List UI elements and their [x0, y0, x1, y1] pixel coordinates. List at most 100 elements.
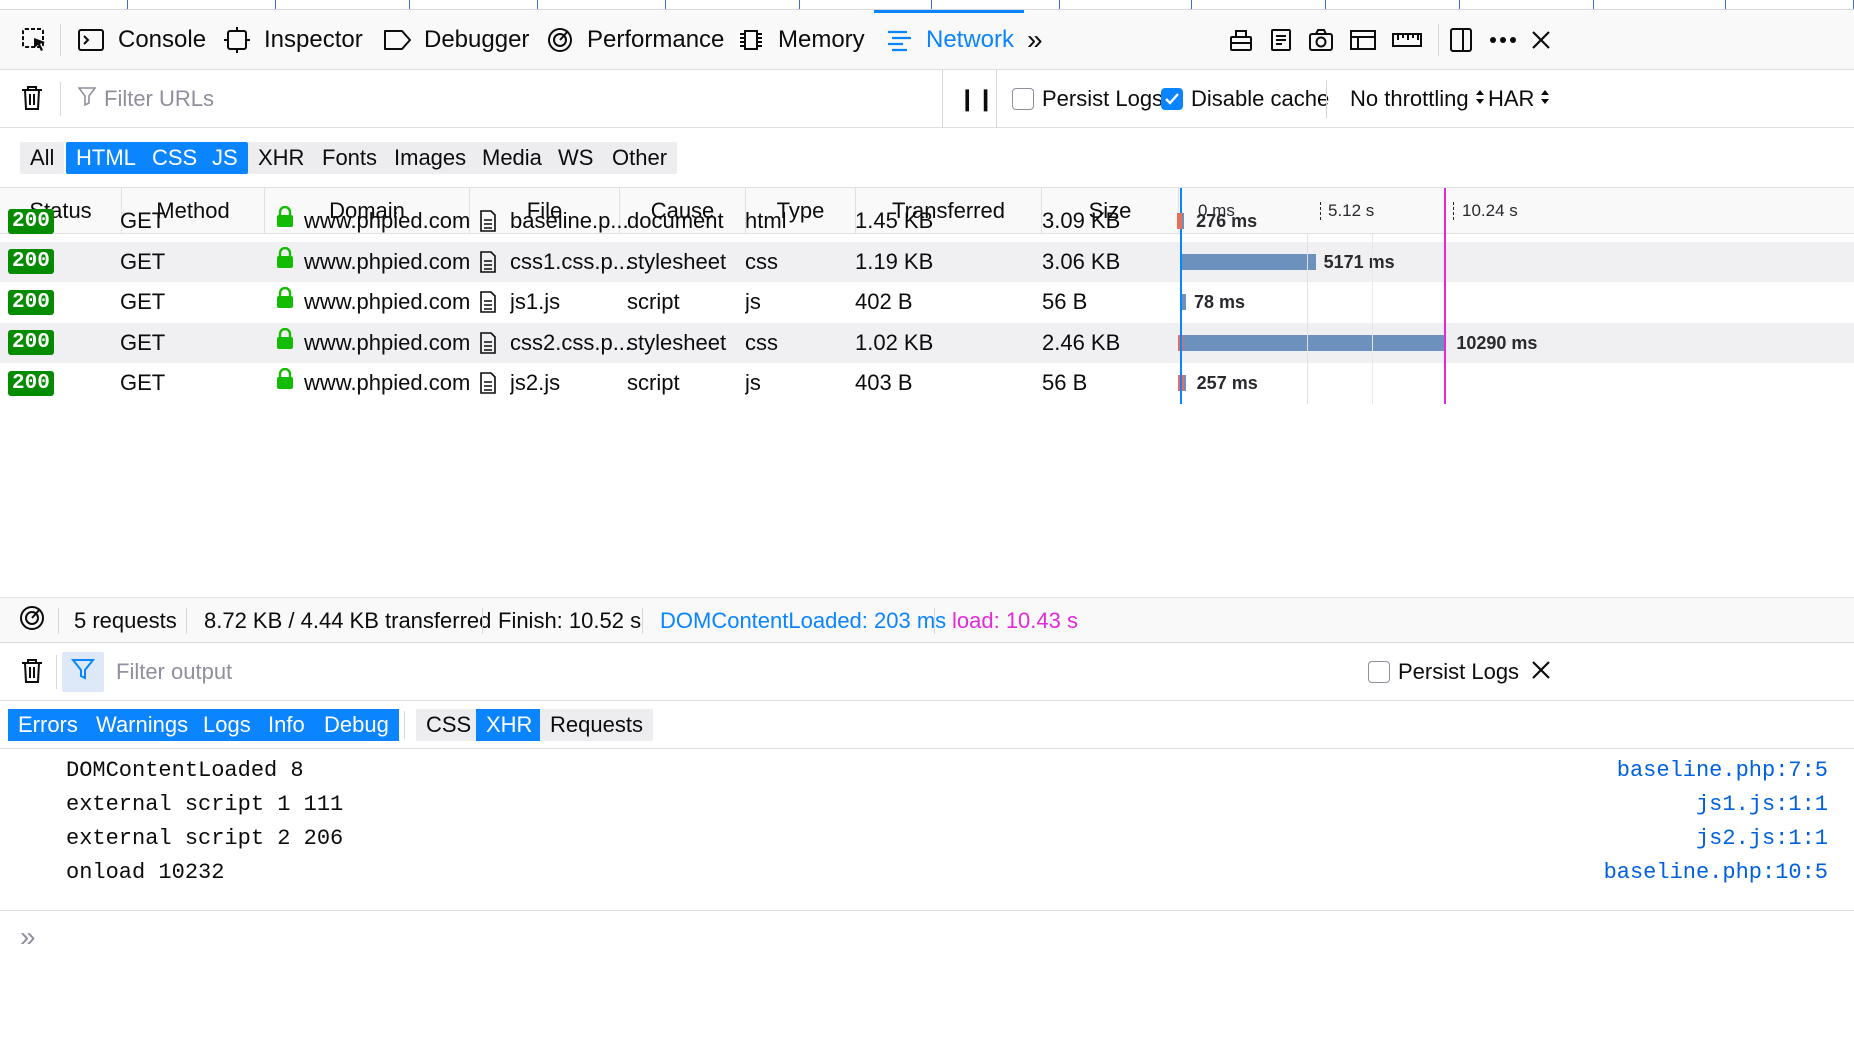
- rulers-icon[interactable]: [1390, 25, 1424, 55]
- type-filter-media[interactable]: Media: [472, 142, 552, 174]
- disable-cache-checkbox[interactable]: Disable cache: [1161, 70, 1329, 128]
- network-summary-bar: 5 requests 8.72 KB / 4.44 KB transferred…: [0, 597, 1854, 643]
- filter-output-input[interactable]: Filter output: [116, 643, 1316, 701]
- console-filter-debug[interactable]: Debug: [314, 709, 399, 741]
- tab-inspector[interactable]: Inspector: [222, 10, 363, 70]
- request-method: GET: [120, 208, 166, 233]
- request-cause: stylesheet: [627, 329, 727, 355]
- close-icon[interactable]: [1526, 25, 1556, 55]
- console-message: onload 10232 baseline.php:10:5: [0, 852, 1854, 892]
- throttling-select[interactable]: No throttling: [1350, 70, 1485, 128]
- clear-console-button[interactable]: [20, 657, 44, 691]
- file-icon: [479, 323, 497, 363]
- tab-debugger[interactable]: Debugger: [382, 10, 529, 70]
- chevron-double-right-icon: »: [1027, 24, 1043, 55]
- persist-logs-checkbox[interactable]: Persist Logs: [1012, 70, 1163, 128]
- har-menu-button[interactable]: HAR: [1488, 70, 1550, 128]
- throttling-value: No throttling: [1350, 86, 1469, 111]
- har-label: HAR: [1488, 86, 1535, 111]
- pause-button[interactable]: ❙❙: [958, 84, 995, 114]
- clear-requests-button[interactable]: [20, 84, 44, 118]
- tab-label: Network: [926, 26, 1015, 53]
- toggle-filter-bar-button[interactable]: [62, 652, 104, 692]
- type-filter-xhr[interactable]: XHR: [248, 142, 315, 174]
- summary-domcontentloaded: DOMContentLoaded: 203 ms: [660, 608, 947, 633]
- dom-content-loaded-line: [1180, 234, 1182, 404]
- prompt-chevron-icon: »: [20, 921, 36, 952]
- type-filter-ws[interactable]: WS: [548, 142, 604, 174]
- status-cell: 200: [8, 363, 54, 403]
- type-filter-all[interactable]: All: [20, 142, 65, 174]
- type-filter-js[interactable]: JS: [202, 142, 248, 174]
- console-filter-requests[interactable]: Requests: [540, 709, 653, 741]
- console-filter-errors[interactable]: Errors: [8, 709, 88, 741]
- summary-request-count: 5 requests: [74, 608, 177, 633]
- request-type-filters: All HTML CSS JS XHR Fonts Images Media WS Other: [0, 128, 1854, 188]
- console-message-location[interactable]: baseline.php:7:5: [1617, 758, 1828, 783]
- status-badge: 200: [8, 289, 54, 315]
- tab-memory[interactable]: Memory: [736, 10, 865, 70]
- request-method: GET: [120, 370, 166, 395]
- tab-label: Debugger: [424, 26, 530, 53]
- request-domain: www.phpied.com: [304, 370, 471, 395]
- waterfall-receiving-bar: [1183, 334, 1445, 351]
- close-console-split-button[interactable]: [1530, 659, 1552, 687]
- table-row[interactable]: 200 GET www.phpied.com baseline.p... documen…: [0, 201, 1854, 241]
- tab-label: Console: [118, 26, 207, 53]
- performance-icon: [545, 25, 575, 55]
- tab-performance[interactable]: Performance: [545, 10, 724, 70]
- table-row[interactable]: 200 GET www.phpied.com js2.js script js 403 B 5…: [0, 363, 1854, 403]
- table-row[interactable]: 200 GET www.phpied.com css1.css.p... stylesh…: [0, 241, 1854, 282]
- load-line: [1444, 234, 1446, 404]
- waterfall-receiving-bar: [1182, 213, 1185, 229]
- element-picker-icon[interactable]: [20, 25, 50, 55]
- updown-arrows-icon: [1540, 87, 1550, 111]
- summary-finish: Finish: 10.52 s: [498, 608, 642, 633]
- console-filter-xhr[interactable]: XHR: [476, 709, 543, 741]
- page-content-cell: [410, 0, 538, 9]
- persist-logs-label: Persist Logs: [1042, 86, 1164, 111]
- file-icon: [479, 242, 497, 282]
- more-tabs-button[interactable]: »: [1027, 10, 1043, 70]
- console-persist-logs-checkbox[interactable]: Persist Logs: [1368, 643, 1519, 701]
- request-file: css1.css.p...: [510, 248, 632, 274]
- console-filter-logs[interactable]: Logs: [193, 709, 261, 741]
- console-message-location[interactable]: js2.js:1:1: [1696, 826, 1828, 851]
- screenshot-icon[interactable]: [1306, 25, 1336, 55]
- waterfall-receiving-bar: [1183, 375, 1186, 391]
- network-icon: [884, 25, 914, 55]
- request-file: css2.css.p...: [510, 329, 632, 355]
- console-filter-css[interactable]: CSS: [416, 709, 482, 741]
- type-filter-other[interactable]: Other: [602, 142, 678, 174]
- lock-icon: [276, 278, 294, 318]
- type-filter-css[interactable]: CSS: [142, 142, 208, 174]
- file-icon: [479, 282, 497, 322]
- console-input[interactable]: »: [0, 910, 1854, 1038]
- console-filter-info[interactable]: Info: [258, 709, 315, 741]
- scratchpad-icon[interactable]: [1266, 25, 1296, 55]
- tab-console[interactable]: Console: [76, 10, 206, 70]
- file-icon: [479, 363, 497, 403]
- table-row[interactable]: 200 GET www.phpied.com css2.css.p... stylesh…: [0, 322, 1854, 363]
- console-message-location[interactable]: baseline.php:10:5: [1604, 860, 1828, 885]
- devtools-toolbar: Console Inspector Debugger Performance M…: [0, 10, 1854, 70]
- more-options-icon[interactable]: [1488, 25, 1518, 55]
- filter-urls-input[interactable]: Filter URLs: [77, 70, 938, 128]
- page-content-cell: [128, 0, 276, 9]
- highlight-painting-icon[interactable]: [1226, 25, 1256, 55]
- type-filter-fonts[interactable]: Fonts: [312, 142, 388, 174]
- console-message-location[interactable]: js1.js:1:1: [1696, 792, 1828, 817]
- close-icon: [1530, 659, 1552, 687]
- console-filter-warnings[interactable]: Warnings: [86, 709, 199, 741]
- type-filter-images[interactable]: Images: [384, 142, 477, 174]
- responsive-mode-icon[interactable]: [1348, 25, 1378, 55]
- request-cause: document: [627, 208, 724, 233]
- performance-analysis-button[interactable]: [18, 598, 46, 644]
- page-content-cell: [666, 0, 800, 9]
- tab-network[interactable]: Network: [873, 10, 1025, 70]
- table-row[interactable]: 200 GET www.phpied.com js1.js script js 402 B 5…: [0, 282, 1854, 322]
- request-size: 56 B: [1042, 370, 1088, 395]
- type-filter-html[interactable]: HTML: [66, 142, 146, 174]
- waterfall-time-label: 78 ms: [1194, 292, 1246, 312]
- dock-side-icon[interactable]: [1446, 25, 1476, 55]
